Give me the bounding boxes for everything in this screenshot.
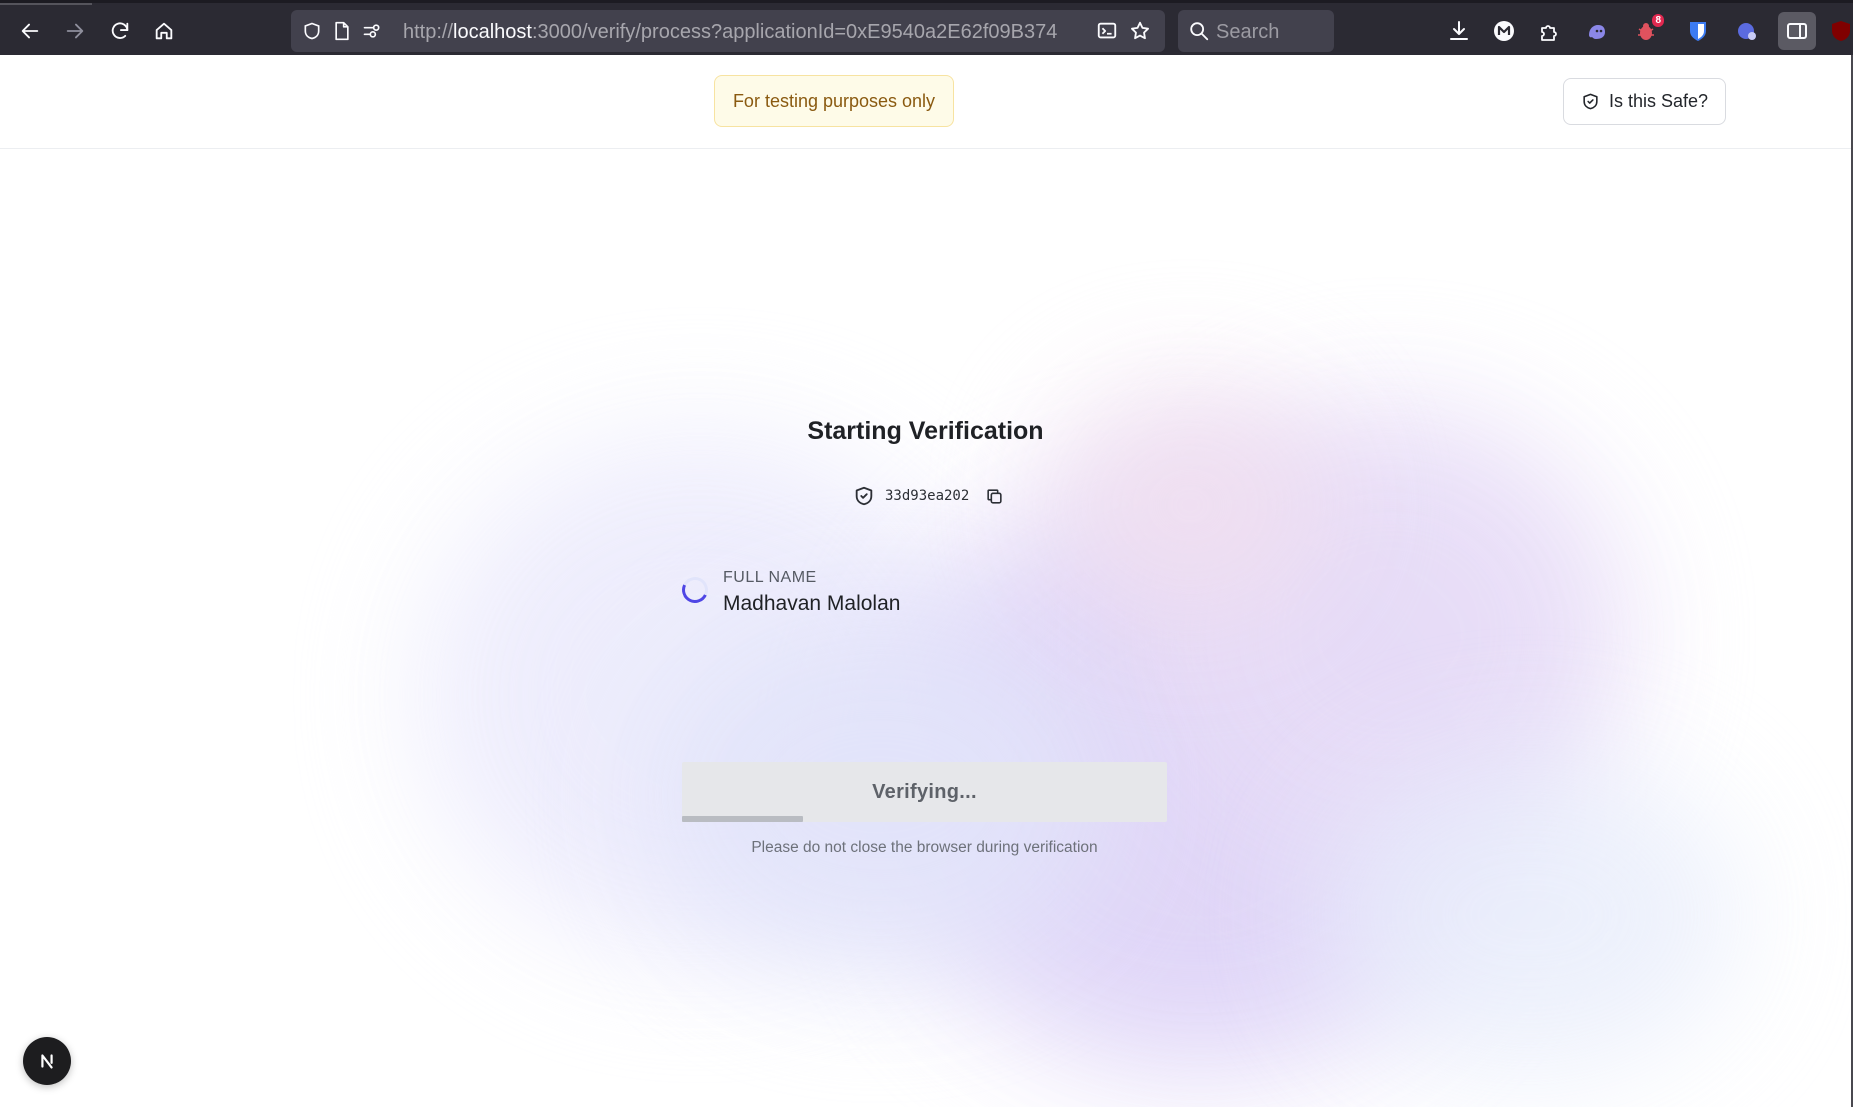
page-info-icon[interactable]: [331, 20, 353, 42]
full-name-field: FULL NAME Madhavan Malolan: [678, 567, 1182, 627]
verification-panel: Starting Verification 33d93ea202 FULL NA…: [0, 55, 1851, 1107]
ublock-icon: [1832, 21, 1850, 41]
loading-spinner-icon: [678, 573, 712, 607]
downloads-button[interactable]: [1443, 15, 1475, 47]
progress-bar: [682, 816, 1167, 822]
search-placeholder: Search: [1216, 21, 1280, 43]
page-viewport: For testing purposes only Is this Safe? …: [0, 55, 1853, 1107]
url-text[interactable]: http://localhost:3000/verify/process?app…: [403, 21, 1083, 43]
bug-extension-button[interactable]: 8: [1630, 14, 1664, 47]
url-prefix: http://: [403, 21, 454, 43]
back-icon: [21, 23, 39, 39]
url-path: :3000/verify/process?applicationId=0xE95…: [531, 21, 1058, 43]
field-label: FULL NAME: [723, 569, 817, 586]
search-icon: [1190, 22, 1209, 41]
is-this-safe-button[interactable]: Is this Safe?: [1563, 78, 1726, 125]
translate-icon[interactable]: [1096, 20, 1118, 42]
m-extension-icon: [1494, 21, 1514, 41]
extension-badge: 8: [1652, 14, 1664, 27]
privacy-extension-icon: [1738, 23, 1756, 40]
sidebar-toggle-button[interactable]: [1778, 12, 1816, 50]
bookmark-star-icon[interactable]: [1129, 20, 1151, 42]
field-value: Madhavan Malolan: [723, 592, 901, 615]
page-title: Starting Verification: [807, 417, 1044, 445]
reload-icon: [111, 22, 129, 39]
tracking-shield-icon[interactable]: [301, 20, 323, 42]
nextjs-devtools-button[interactable]: [23, 1037, 71, 1085]
home-button[interactable]: [147, 14, 181, 48]
browser-toolbar: http://localhost:3000/verify/process?app…: [0, 0, 1853, 55]
proof-hash: 33d93ea202: [885, 488, 970, 504]
progress-fill: [682, 816, 804, 822]
page-header: For testing purposes only Is this Safe?: [0, 55, 1851, 149]
privacy-extension-button[interactable]: [1731, 15, 1763, 47]
tab-strip-edge: [0, 3, 92, 5]
bitwarden-button[interactable]: [1682, 15, 1714, 47]
bitwarden-icon: [1690, 22, 1706, 41]
reload-button[interactable]: [103, 14, 137, 48]
extensions-puzzle-icon: [1541, 25, 1557, 41]
verification-note: Please do not close the browser during v…: [751, 839, 1098, 856]
extensions-button[interactable]: [1534, 15, 1566, 47]
ghost-extension-button[interactable]: [1581, 15, 1613, 47]
search-bar[interactable]: Search: [1178, 10, 1334, 52]
back-button[interactable]: [13, 14, 47, 48]
is-this-safe-label: Is this Safe?: [1608, 91, 1709, 111]
m-extension-button[interactable]: [1488, 15, 1520, 47]
forward-icon: [66, 23, 84, 39]
ghost-extension-icon: [1589, 25, 1605, 39]
download-icon: [1450, 21, 1468, 40]
sidebar-icon: [1787, 23, 1807, 39]
proof-hash-row: 33d93ea202: [853, 483, 1004, 509]
shield-check-icon: [1583, 93, 1598, 110]
nextjs-logo-icon: [41, 1054, 53, 1069]
ublock-button[interactable]: [1829, 15, 1853, 47]
permissions-icon[interactable]: [361, 20, 383, 42]
copy-icon[interactable]: [985, 487, 1004, 506]
url-host: localhost: [453, 21, 532, 43]
address-bar[interactable]: http://localhost:3000/verify/process?app…: [291, 10, 1165, 52]
forward-button[interactable]: [58, 14, 92, 48]
verifying-button[interactable]: Verifying...: [682, 762, 1167, 822]
testing-notice: For testing purposes only: [714, 75, 954, 127]
shield-check-icon: [855, 486, 873, 506]
home-icon: [155, 22, 173, 40]
